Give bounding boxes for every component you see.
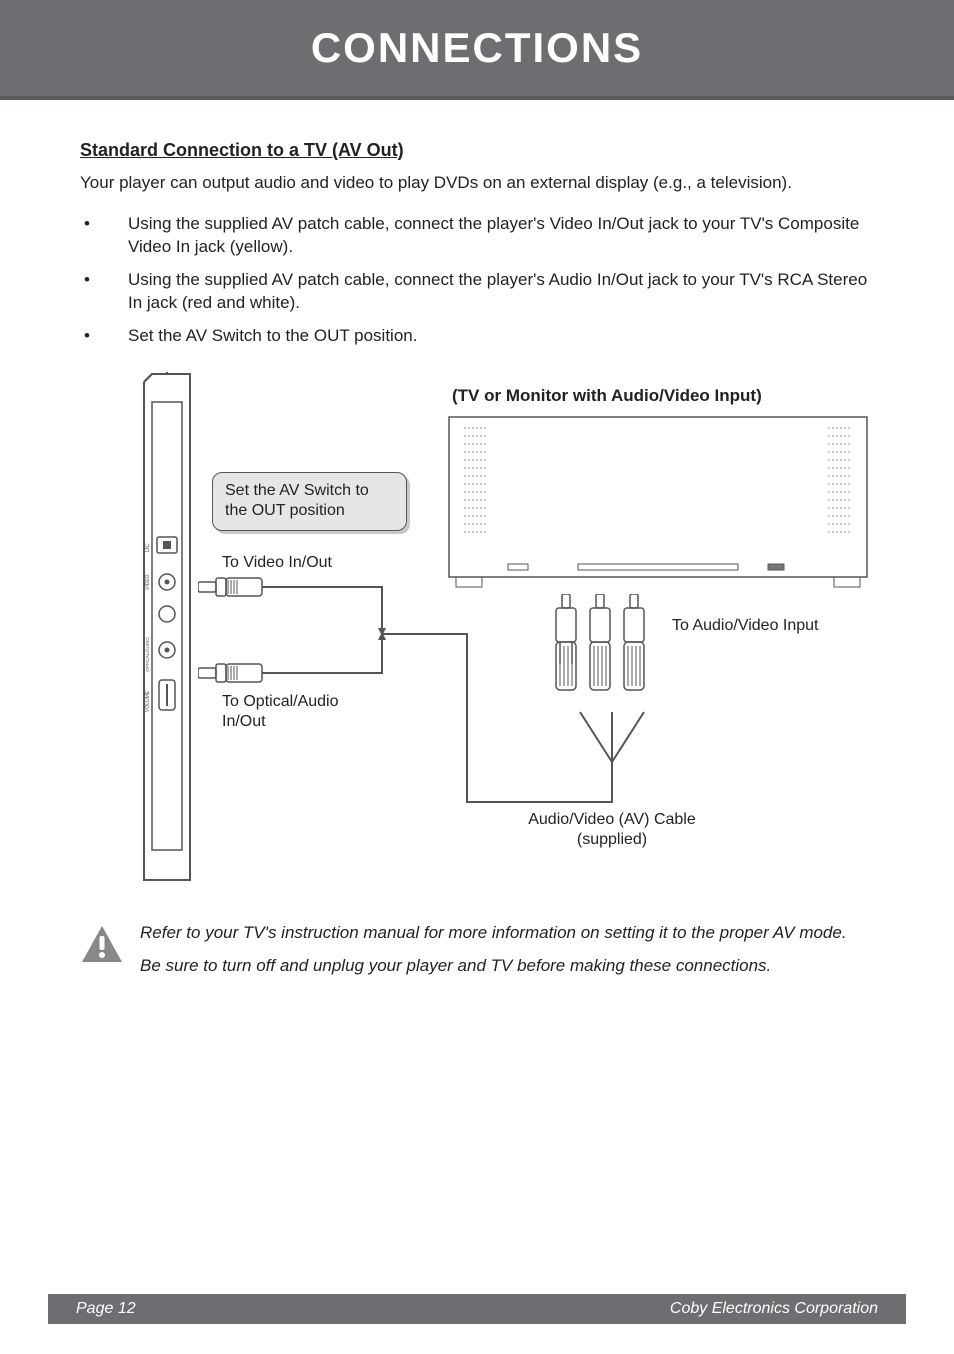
label-av-input: To Audio/Video Input (672, 616, 832, 637)
bullet-dot: • (80, 213, 128, 236)
footer-company: Coby Electronics Corporation (670, 1300, 878, 1318)
connection-diagram: DC VIDEO OPTICAL/AUDIO VOLUME Set the (82, 372, 872, 892)
bullet-text: Using the supplied AV patch cable, conne… (128, 269, 874, 315)
page-header: CONNECTIONS (0, 0, 954, 100)
list-item: • Using the supplied AV patch cable, con… (80, 213, 874, 259)
cable-caption-line1: Audio/Video (AV) Cable (528, 811, 696, 828)
rca-plugs-icon (552, 594, 672, 714)
list-item: • Set the AV Switch to the OUT position. (80, 325, 874, 348)
section-heading: Standard Connection to a TV (AV Out) (80, 140, 874, 161)
bullet-list: • Using the supplied AV patch cable, con… (80, 213, 874, 348)
footer-page-number: Page 12 (76, 1300, 136, 1318)
page-footer: Page 12 Coby Electronics Corporation (48, 1294, 906, 1324)
tv-title-label: (TV or Monitor with Audio/Video Input) (452, 386, 762, 406)
bullet-text: Set the AV Switch to the OUT position. (128, 325, 874, 348)
bullet-dot: • (80, 269, 128, 292)
bullet-dot: • (80, 325, 128, 348)
cable-caption-line2: (supplied) (577, 831, 647, 848)
note-text: Refer to your TV's instruction manual fo… (140, 922, 847, 988)
tv-monitor (448, 416, 868, 591)
warning-icon (80, 922, 124, 969)
note-block: Refer to your TV's instruction manual fo… (80, 922, 874, 988)
bullet-text: Using the supplied AV patch cable, conne… (128, 213, 874, 259)
content-area: Standard Connection to a TV (AV Out) You… (0, 100, 954, 988)
page-title: CONNECTIONS (311, 24, 643, 72)
cable-caption: Audio/Video (AV) Cable (supplied) (482, 810, 742, 852)
note-line: Refer to your TV's instruction manual fo… (140, 922, 847, 945)
list-item: • Using the supplied AV patch cable, con… (80, 269, 874, 315)
note-line: Be sure to turn off and unplug your play… (140, 955, 847, 978)
section-intro: Your player can output audio and video t… (80, 173, 874, 193)
